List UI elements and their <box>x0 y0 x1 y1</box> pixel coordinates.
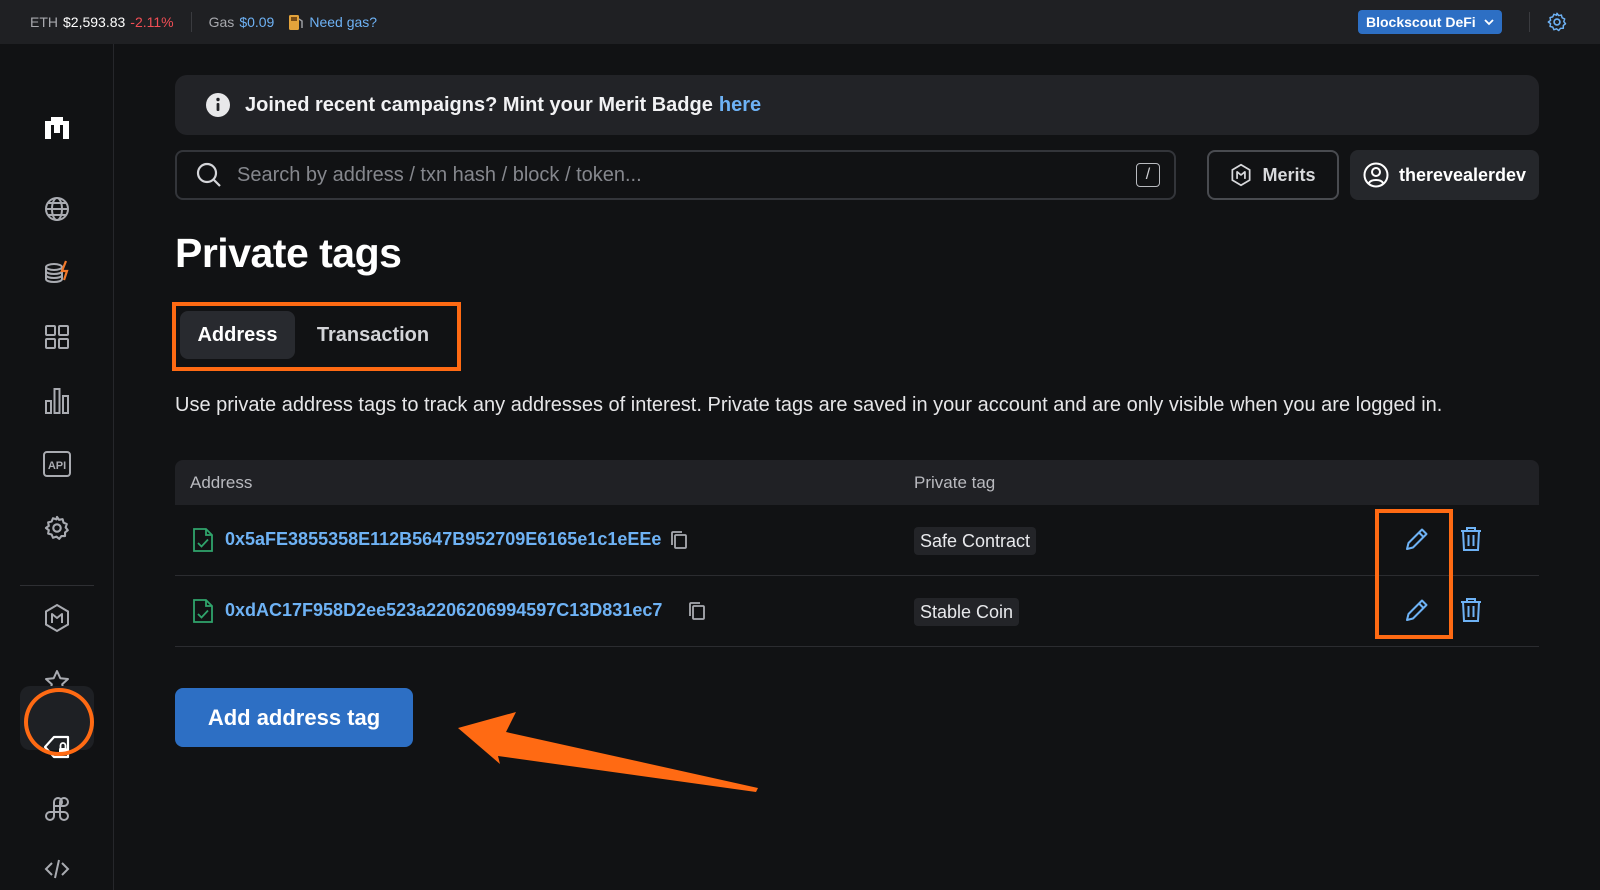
sidebar-divider <box>20 585 94 586</box>
gas-price: Gas $0.09 <box>209 14 275 30</box>
copy-icon[interactable] <box>670 530 688 550</box>
page-title: Private tags <box>175 230 402 276</box>
grid-icon[interactable] <box>40 320 74 354</box>
merits-icon <box>1231 163 1251 187</box>
table-header: Address Private tag <box>175 460 1539 505</box>
settings-gear-icon[interactable] <box>1546 11 1568 33</box>
globe-icon[interactable] <box>40 192 74 226</box>
column-address: Address <box>190 473 253 492</box>
logo-icon[interactable] <box>40 110 74 144</box>
edit-highlight-box <box>1375 509 1453 639</box>
username: therevealerdev <box>1398 164 1527 185</box>
eth-label: ETH <box>30 14 58 30</box>
add-address-tag-button[interactable]: Add address tag <box>175 688 413 747</box>
merits-icon[interactable] <box>40 601 74 635</box>
delete-icon[interactable] <box>1458 596 1484 624</box>
shortcut-key: / <box>1136 163 1160 187</box>
gas-pump-icon <box>289 15 304 30</box>
contract-icon <box>193 599 213 623</box>
banner-text: Joined recent campaigns? Mint your Merit… <box>245 93 713 116</box>
network-selector[interactable]: Blockscout DeFi <box>1358 10 1502 34</box>
chart-icon[interactable] <box>40 384 74 418</box>
svg-text:API: API <box>48 460 66 472</box>
banner-link[interactable]: here <box>719 94 761 117</box>
apps-icon[interactable] <box>40 792 74 826</box>
page-description: Use private address tags to track any ad… <box>175 394 1443 416</box>
divider <box>1529 12 1530 32</box>
merit-badge-banner: Joined recent campaigns? Mint your Merit… <box>175 75 1539 135</box>
code-icon[interactable] <box>40 852 74 886</box>
api-icon[interactable]: API <box>40 447 74 481</box>
annotation-arrow-icon <box>458 712 758 792</box>
highlight-ring <box>24 688 94 756</box>
eth-price-change: -2.11% <box>130 14 174 30</box>
search-input[interactable] <box>237 163 1097 187</box>
delete-icon[interactable] <box>1458 525 1484 553</box>
info-icon <box>206 93 230 117</box>
private-tag: Stable Coin <box>914 598 1020 626</box>
sidebar: API <box>0 44 114 890</box>
copy-icon[interactable] <box>688 601 706 621</box>
merits-button[interactable]: Merits <box>1207 150 1339 200</box>
need-gas-link[interactable]: Need gas? <box>309 14 377 30</box>
eth-price-value: $2,593.83 <box>63 14 126 30</box>
user-icon <box>1363 162 1389 188</box>
tabs-highlight-box <box>172 302 461 371</box>
coins-icon[interactable] <box>40 256 74 290</box>
gas-price-value[interactable]: $0.09 <box>239 14 274 30</box>
divider <box>190 12 192 32</box>
address-link[interactable]: 0xdAC17F958D2ee523a2206206994597C13D831e… <box>225 600 662 621</box>
eth-price: ETH $2,593.83 -2.11% <box>30 14 174 30</box>
private-tag: Safe Contract <box>914 527 1037 555</box>
chevron-down-icon <box>1484 18 1494 25</box>
contract-icon <box>193 528 213 552</box>
gas-label: Gas <box>208 14 235 30</box>
table-row: 0x5aFE3855358E112B5647B952709E6165e1c1eE… <box>175 505 1539 576</box>
network-label: Blockscout DeFi <box>1366 14 1476 30</box>
search-icon <box>196 162 221 187</box>
table-row: 0xdAC17F958D2ee523a2206206994597C13D831e… <box>175 576 1539 647</box>
merits-label: Merits <box>1262 164 1316 185</box>
gear-icon[interactable] <box>40 511 74 545</box>
address-link[interactable]: 0x5aFE3855358E112B5647B952709E6165e1c1eE… <box>225 529 661 550</box>
search-bar[interactable]: / <box>175 150 1176 200</box>
user-profile-button[interactable]: therevealerdev <box>1350 150 1539 200</box>
column-private-tag: Private tag <box>914 473 996 492</box>
